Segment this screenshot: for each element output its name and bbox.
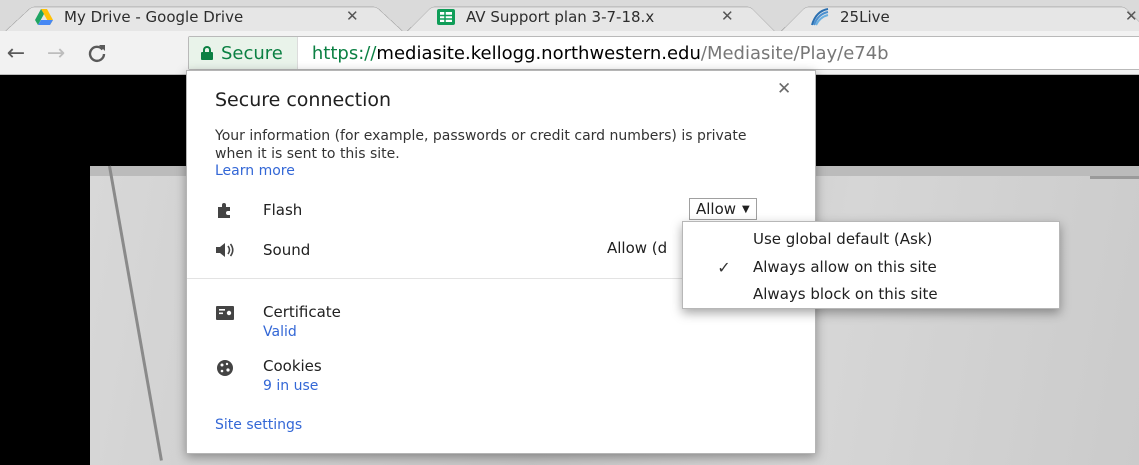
popup-title: Secure connection (215, 89, 392, 111)
site-info-button[interactable]: Secure (189, 37, 298, 69)
forward-arrow-icon[interactable]: → (42, 39, 70, 67)
url-host: mediasite.kellogg.northwestern.edu (376, 42, 701, 64)
certificate-icon (215, 304, 235, 324)
permission-label: Flash (263, 201, 303, 219)
permission-row-flash: Flash (215, 198, 302, 222)
site-settings-link[interactable]: Site settings (215, 417, 302, 433)
flash-permission-select[interactable]: Allow ▼ (689, 198, 757, 220)
close-icon[interactable]: ✕ (777, 79, 791, 99)
google-drive-icon (35, 8, 53, 25)
menu-item-always-allow[interactable]: ✓ Always allow on this site (683, 255, 1059, 279)
reload-icon[interactable] (83, 39, 111, 67)
tab-25live[interactable]: 25Live ✕ (780, 1, 1139, 33)
tab-title: AV Support plan 3-7-18.x (466, 7, 655, 26)
permission-row-sound: Sound (215, 238, 310, 262)
url-text[interactable]: https://mediasite.kellogg.northwestern.e… (298, 43, 889, 64)
learn-more-link[interactable]: Learn more (215, 163, 295, 179)
browser-toolbar: ← → Secure https://mediasite.kellogg.nor… (0, 31, 1139, 75)
sheets-icon (437, 8, 455, 25)
tab-close-icon[interactable]: ✕ (346, 7, 359, 25)
certificate-status-link[interactable]: Valid (263, 322, 341, 342)
back-arrow-icon[interactable]: ← (2, 39, 30, 67)
menu-item-use-global-default[interactable]: Use global default (Ask) (683, 227, 1059, 251)
cookies-row[interactable]: Cookies 9 in use (215, 357, 322, 396)
speaker-icon (215, 240, 235, 260)
menu-item-label: Always allow on this site (753, 258, 937, 276)
sound-permission-select[interactable]: Allow (d (607, 239, 667, 257)
certificate-label: Certificate (263, 303, 341, 321)
menu-item-label: Always block on this site (753, 285, 938, 303)
permission-label: Sound (263, 241, 311, 259)
lock-icon (201, 46, 213, 60)
flash-permission-menu: Use global default (Ask) ✓ Always allow … (682, 221, 1060, 309)
check-icon: ✓ (717, 257, 731, 277)
cookie-icon (215, 358, 235, 378)
menu-item-always-block[interactable]: Always block on this site (683, 282, 1059, 306)
tab-av-support-plan[interactable]: AV Support plan 3-7-18.x ✕ (406, 1, 776, 33)
secure-label: Secure (221, 42, 283, 64)
url-scheme: https:// (311, 42, 377, 64)
tab-strip: My Drive - Google Drive ✕ AV Support pla… (0, 0, 1139, 33)
cookies-label: Cookies (263, 357, 322, 375)
address-bar[interactable]: Secure https://mediasite.kellogg.northwe… (188, 36, 1139, 70)
tab-google-drive[interactable]: My Drive - Google Drive ✕ (4, 1, 404, 33)
flash-permission-value: Allow (696, 200, 737, 218)
popup-description: Your information (for example, passwords… (215, 128, 747, 162)
certificate-row[interactable]: Certificate Valid (215, 303, 341, 342)
menu-item-label: Use global default (Ask) (753, 230, 933, 248)
tab-close-icon[interactable]: ✕ (1125, 7, 1138, 25)
cookies-status-link[interactable]: 9 in use (263, 376, 322, 396)
tab-close-icon[interactable]: ✕ (721, 7, 734, 25)
url-path: /Mediasite/Play/e74b (700, 42, 889, 64)
25live-icon (811, 7, 829, 25)
puzzle-icon (215, 200, 235, 220)
tab-title: My Drive - Google Drive (64, 7, 244, 26)
tab-title: 25Live (840, 7, 890, 26)
caret-down-icon: ▼ (742, 203, 750, 215)
